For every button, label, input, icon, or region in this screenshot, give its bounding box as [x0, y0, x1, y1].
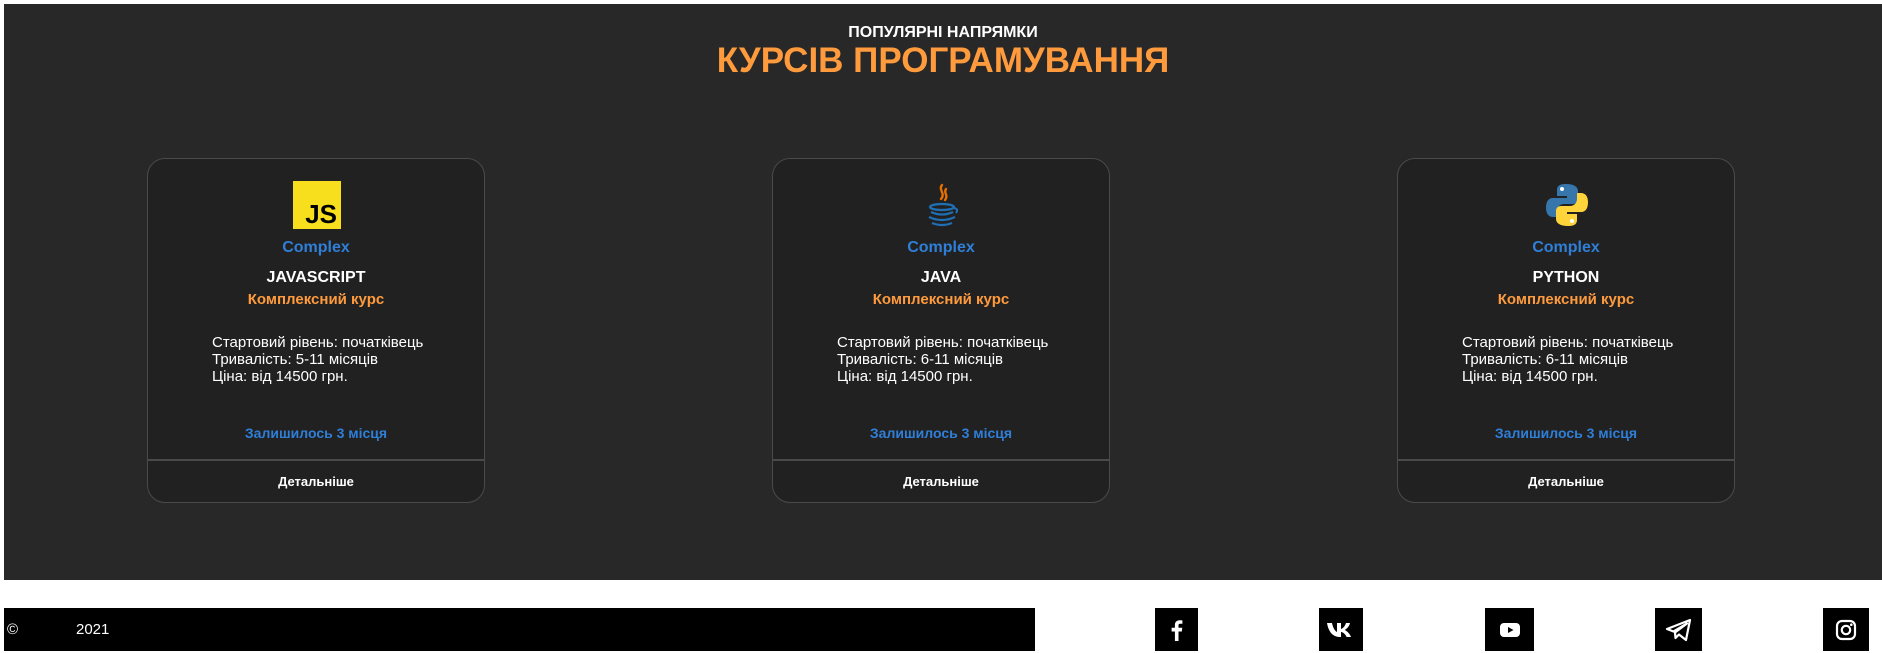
course-card-python: Complex PYTHON Комплексний курс Стартови… — [1397, 158, 1735, 503]
course-level: Стартовий рівень: початківець — [212, 334, 424, 351]
svg-text:JS: JS — [305, 199, 337, 229]
course-details: Стартовий рівень: початківець Тривалість… — [212, 334, 423, 385]
courses-section: ПОПУЛЯРНІ НАПРЯМКИ КУРСІВ ПРОГРАМУВАННЯ … — [4, 4, 1882, 580]
course-type: Комплексний курс — [247, 291, 385, 308]
section-title: КУРСІВ ПРОГРАМУВАННЯ — [716, 41, 1170, 80]
course-level: Стартовий рівень: початківець — [1462, 334, 1674, 351]
course-badge: Complex — [282, 239, 350, 256]
vk-icon[interactable] — [1319, 608, 1363, 651]
course-duration: Тривалість: 5-11 місяців — [212, 351, 379, 368]
footer-bar: © 2021 — [4, 608, 1035, 651]
course-details: Стартовий рівень: початківець Тривалість… — [837, 334, 1048, 385]
copyright-symbol: © — [7, 621, 19, 638]
telegram-icon[interactable] — [1655, 608, 1702, 651]
course-name: JAVASCRIPT — [266, 269, 366, 286]
course-duration: Тривалість: 6-11 місяців — [1462, 351, 1629, 368]
course-price: Ціна: від 14500 грн. — [837, 368, 973, 385]
copyright-year: 2021 — [76, 621, 110, 638]
seats-left: Залишилось 3 місця — [1494, 425, 1638, 441]
course-badge: Complex — [907, 239, 975, 256]
course-badge: Complex — [1532, 239, 1600, 256]
course-price: Ціна: від 14500 грн. — [212, 368, 348, 385]
details-button[interactable]: Детальніше — [148, 461, 484, 502]
seats-left: Залишилось 3 місця — [869, 425, 1013, 441]
youtube-icon[interactable] — [1485, 608, 1534, 651]
course-name: PYTHON — [1532, 269, 1600, 286]
java-logo-icon — [918, 181, 966, 229]
facebook-icon[interactable] — [1155, 608, 1198, 651]
course-card-java: Complex JAVA Комплексний курс Стартовий … — [772, 158, 1110, 503]
course-type: Комплексний курс — [1497, 291, 1635, 308]
course-level: Стартовий рівень: початківець — [837, 334, 1049, 351]
course-type: Комплексний курс — [872, 291, 1010, 308]
javascript-logo-icon: JS — [293, 181, 341, 229]
course-card-javascript: JS Complex JAVASCRIPT Комплексний курс С… — [147, 158, 485, 503]
python-logo-icon — [1543, 181, 1591, 229]
course-details: Стартовий рівень: початківець Тривалість… — [1462, 334, 1673, 385]
section-subtitle: ПОПУЛЯРНІ НАПРЯМКИ — [848, 24, 1038, 41]
course-name: JAVA — [920, 269, 962, 286]
course-duration: Тривалість: 6-11 місяців — [837, 351, 1004, 368]
details-button[interactable]: Детальніше — [1398, 461, 1734, 502]
details-button[interactable]: Детальніше — [773, 461, 1109, 502]
instagram-icon[interactable] — [1823, 608, 1869, 651]
seats-left: Залишилось 3 місця — [244, 425, 388, 441]
course-price: Ціна: від 14500 грн. — [1462, 368, 1598, 385]
